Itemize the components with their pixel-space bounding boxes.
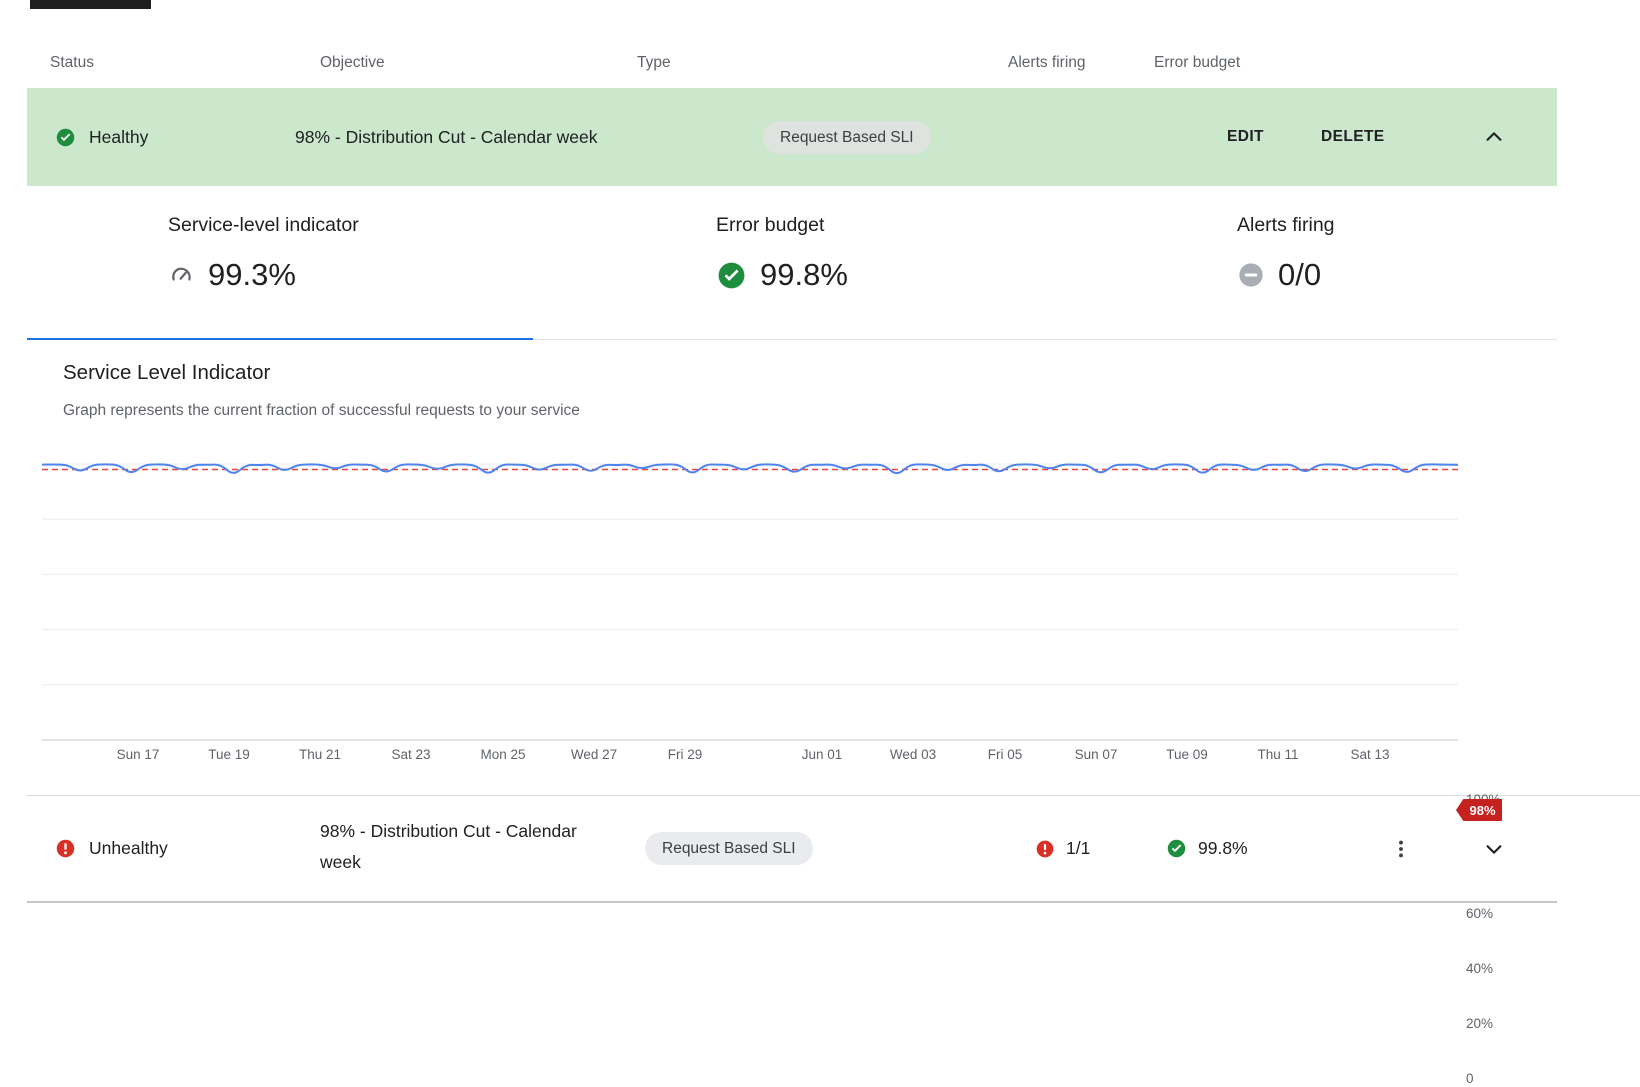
header-status: Status [50,54,94,72]
healthy-check-icon [55,127,76,148]
alert-error-icon [1035,839,1055,859]
x-tick: Sat 23 [371,747,451,762]
slo-row-healthy[interactable]: Healthy 98% - Distribution Cut - Calenda… [27,88,1557,186]
paused-circle-icon [1237,261,1265,289]
y-tick-20: 20% [1466,1016,1493,1032]
x-tick: Tue 09 [1147,747,1227,762]
alerts-firing-count: 1/1 [1066,838,1090,859]
status-cell: Unhealthy [55,796,168,901]
alerts-firing-cell: 1/1 [1035,796,1090,901]
header-objective: Objective [320,54,385,72]
error-budget-value: 99.8% [760,257,848,293]
x-tick: Sun 07 [1056,747,1136,762]
gauge-icon [168,262,195,289]
sli-line-chart [42,445,1458,745]
check-circle-icon [716,260,747,291]
y-tick-60: 60% [1466,906,1493,922]
x-tick: Mon 25 [463,747,543,762]
header-alerts-firing: Alerts firing [1008,54,1086,72]
expand-chevron-down-icon[interactable] [1482,837,1506,861]
sli-type-chip: Request Based SLI [763,121,931,154]
x-tick: Jun 01 [782,747,862,762]
tab-service-level-indicator[interactable]: Service-level indicator 99.3% [27,186,533,340]
x-tick: Fri 05 [965,747,1045,762]
delete-button[interactable]: DELETE [1321,88,1385,186]
error-budget-value: 99.8% [1198,838,1248,859]
x-tick: Fri 29 [645,747,725,762]
chart-subtitle: Graph represents the current fraction of… [63,402,580,420]
sli-type-chip: Request Based SLI [645,832,813,865]
x-tick: Thu 21 [280,747,360,762]
edit-button[interactable]: EDIT [1227,88,1264,186]
x-tick: Wed 27 [554,747,634,762]
header-error-budget: Error budget [1154,54,1240,72]
sli-chart-section: Service Level Indicator Graph represents… [0,340,1640,795]
tab-alerts-firing[interactable]: Alerts firing 0/0 [1087,186,1501,340]
status-label: Healthy [89,127,148,148]
tab-error-budget[interactable]: Error budget 99.8% [547,186,1009,340]
metric-label: Alerts firing [1237,214,1335,237]
alerts-firing-value: 0/0 [1278,257,1321,293]
error-budget-cell: 99.8% [1166,796,1248,901]
status-label: Unhealthy [89,838,168,859]
x-tick: Sat 13 [1330,747,1410,762]
x-tick: Thu 11 [1238,747,1318,762]
slo-details-panel: Service-level indicator 99.3% Error budg… [27,186,1557,340]
status-cell: Healthy [55,88,148,186]
top-partial-bar [30,0,151,9]
error-circle-icon [55,838,76,859]
threshold-98-tag: 98% [1456,799,1502,821]
kebab-menu-icon[interactable] [1389,837,1413,861]
x-tick: Sun 17 [98,747,178,762]
metric-label: Error budget [716,214,824,237]
sli-series-line [42,464,1458,473]
slo-row-unhealthy[interactable]: Unhealthy 98% - Distribution Cut - Calen… [27,796,1557,903]
collapse-chevron-up-icon[interactable] [1482,125,1506,149]
chart-title: Service Level Indicator [63,361,270,385]
objective-text: 98% - Distribution Cut - Calendar week [295,127,598,148]
y-tick-40: 40% [1466,961,1493,977]
x-tick: Wed 03 [873,747,953,762]
y-tick-0: 0 [1466,1071,1474,1087]
objective-text: 98% - Distribution Cut - Calendar week [320,816,612,878]
slo-monitoring-page: Status Objective Type Alerts firing Erro… [0,0,1640,948]
x-tick: Tue 19 [189,747,269,762]
header-type: Type [637,54,671,72]
budget-check-icon [1166,838,1187,859]
metric-label: Service-level indicator [168,214,359,237]
sli-value: 99.3% [208,257,296,293]
